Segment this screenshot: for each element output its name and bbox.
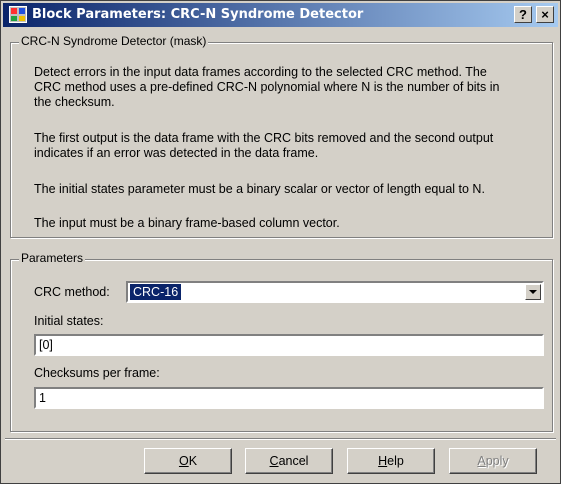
block-parameters-dialog: Block Parameters: CRC-N Syndrome Detecto… <box>0 0 561 484</box>
close-button[interactable]: × <box>536 6 554 23</box>
initial-states-field[interactable]: [0] <box>34 334 544 356</box>
simulink-block-icon <box>9 6 27 23</box>
help-button[interactable]: Help <box>347 448 435 474</box>
ok-mnemonic: O <box>178 454 189 468</box>
button-separator <box>5 438 556 440</box>
description-line: indicates if an error was detected in th… <box>34 146 319 160</box>
crc-method-label: CRC method: <box>34 285 110 299</box>
title-bar[interactable]: Block Parameters: CRC-N Syndrome Detecto… <box>3 3 558 27</box>
help-mnemonic: H <box>378 454 388 468</box>
help-title-button[interactable]: ? <box>514 6 532 23</box>
cancel-button[interactable]: Cancel <box>245 448 333 474</box>
apply-mnemonic: A <box>477 454 486 468</box>
crc-method-dropdown[interactable]: CRC-16 <box>126 281 544 303</box>
window-title: Block Parameters: CRC-N Syndrome Detecto… <box>32 7 364 22</box>
description-line: The input must be a binary frame-based c… <box>34 216 340 230</box>
checksums-per-frame-label: Checksums per frame: <box>34 366 160 380</box>
chevron-down-icon[interactable] <box>525 284 541 300</box>
mask-group-label: CRC-N Syndrome Detector (mask) <box>19 34 209 48</box>
ok-label: K <box>188 454 198 468</box>
apply-label: pply <box>485 454 509 468</box>
cancel-label: ancel <box>278 454 309 468</box>
description-line: Detect errors in the input data frames a… <box>34 65 487 79</box>
crc-method-value: CRC-16 <box>128 283 183 301</box>
cancel-mnemonic: C <box>269 454 279 468</box>
parameters-group-label: Parameters <box>19 251 86 265</box>
description-line: the checksum. <box>34 95 115 109</box>
description-line: CRC method uses a pre-defined CRC-N poly… <box>34 80 500 94</box>
apply-button[interactable]: Apply <box>449 448 537 474</box>
description-line: The first output is the data frame with … <box>34 131 494 145</box>
help-label: elp <box>387 454 404 468</box>
initial-states-label: Initial states: <box>34 314 104 328</box>
checksums-per-frame-field[interactable]: 1 <box>34 387 544 409</box>
description-line: The initial states parameter must be a b… <box>34 182 485 196</box>
ok-button[interactable]: OK <box>144 448 232 474</box>
